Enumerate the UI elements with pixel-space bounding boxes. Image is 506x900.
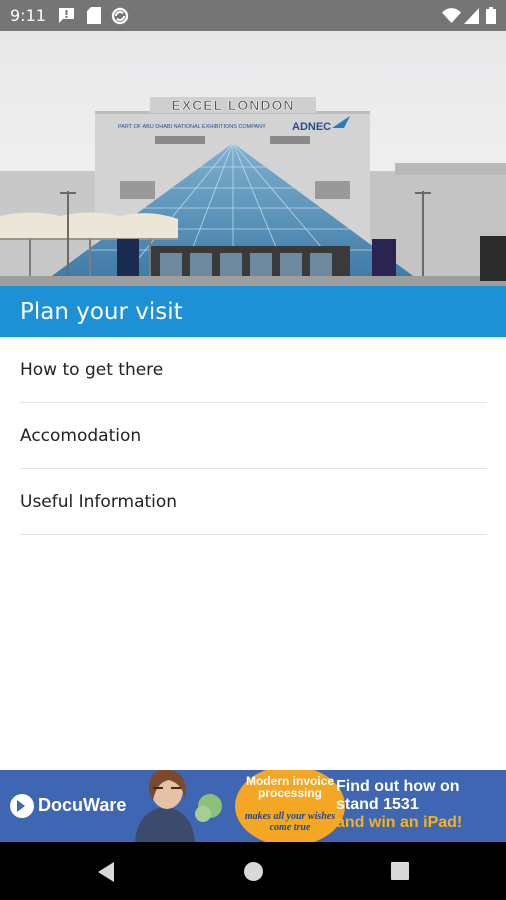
ad-bubble-text: Modern invoice processing	[245, 774, 334, 800]
battery-icon	[486, 7, 496, 24]
menu-item-accomodation[interactable]: Accomodation	[20, 403, 487, 469]
ad-banner[interactable]: DocuWare Modern invoice processing makes…	[0, 770, 506, 842]
ad-cta-line-2: and win an iPad!	[336, 814, 463, 831]
ad-bubble-subtext: makes all your wishes come true	[244, 811, 336, 833]
ad-cta-line-1: Find out how on stand 1531	[336, 778, 460, 813]
menu-item-label: Useful Information	[20, 492, 178, 512]
menu-list: How to get there Accomodation Useful Inf…	[0, 337, 506, 535]
recents-icon[interactable]	[390, 861, 410, 881]
docuware-logo-icon	[10, 794, 34, 818]
signal-icon	[464, 8, 479, 24]
ad-logo-text: DocuWare	[38, 795, 127, 815]
venue-brand: ADNEC	[292, 121, 331, 133]
venue-photo: EXCEL LONDON PART OF ABU DHABI NATIONAL …	[0, 31, 506, 286]
status-time: 9:11	[10, 6, 46, 25]
menu-item-how-to-get-there[interactable]: How to get there	[20, 337, 487, 403]
venue-sign: EXCEL LONDON	[172, 97, 295, 113]
menu-item-useful-information[interactable]: Useful Information	[20, 469, 487, 535]
wifi-icon	[442, 8, 461, 23]
venue-subtitle: PART OF ABU DHABI NATIONAL EXHIBITIONS C…	[118, 124, 266, 130]
sync-icon	[111, 7, 129, 25]
home-icon[interactable]	[243, 861, 264, 882]
menu-item-label: Accomodation	[20, 426, 142, 446]
sim-card-icon	[87, 7, 101, 24]
status-bar: 9:11	[0, 0, 506, 31]
message-icon	[59, 8, 74, 23]
ad-person-image	[135, 770, 222, 842]
section-title: Plan your visit	[20, 299, 183, 325]
venue-hero-image: EXCEL LONDON PART OF ABU DHABI NATIONAL …	[0, 31, 506, 286]
back-icon[interactable]	[96, 861, 116, 883]
section-header: Plan your visit	[0, 286, 506, 337]
menu-item-label: How to get there	[20, 360, 164, 380]
navigation-bar	[0, 842, 506, 900]
